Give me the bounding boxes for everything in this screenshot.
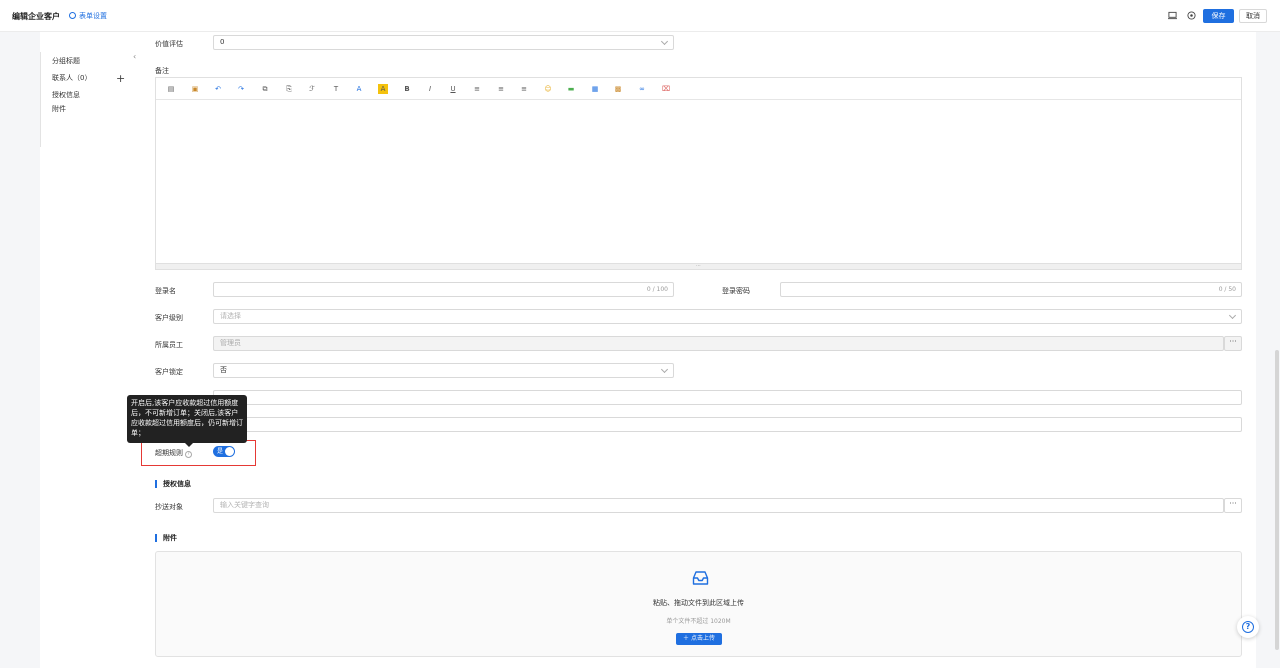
customer-level-select[interactable]: 请选择 [213, 309, 1242, 324]
form-settings-label: 表单设置 [79, 12, 107, 20]
help-icon: ? [1242, 621, 1254, 633]
table-icon[interactable]: ▦ [590, 84, 600, 94]
overdue-rule-label-text: 超期规则 [155, 449, 183, 457]
save-button[interactable]: 保存 [1203, 9, 1234, 23]
page-scrollbar[interactable] [1275, 350, 1279, 650]
staff-value: 管理员 [220, 339, 241, 347]
link-icon[interactable]: ∞ [637, 84, 647, 94]
plus-icon: ＋ [683, 635, 691, 642]
cc-label: 抄送对象 [155, 503, 183, 511]
login-password-count: 0 / 50 [1218, 286, 1236, 293]
cc-placeholder: 输入关键字查询 [220, 501, 269, 509]
login-password-input[interactable]: 0 / 50 [780, 282, 1242, 297]
hidden-field-1-input[interactable] [213, 390, 1242, 405]
copy-icon[interactable]: ⧉ [260, 84, 270, 94]
hidden-field-2-input[interactable] [213, 417, 1242, 432]
chevron-down-icon [1228, 311, 1237, 320]
auth-section-title: 授权信息 [155, 480, 191, 488]
help-question-icon[interactable]: ? [185, 451, 192, 458]
collapse-chevron-icon[interactable]: ‹ [133, 52, 136, 61]
editor-toolbar: ▤ ▣ ↶ ↷ ⧉ ⎘ ℱ T A A B I U ≡ ≡ ≡ ☺ ▬ ▦ ▩ … [156, 78, 1241, 100]
page-title: 编辑企业客户 [12, 12, 60, 21]
value-eval-label: 价值评估 [155, 40, 183, 48]
emoji-icon[interactable]: ☺ [543, 84, 553, 94]
image-icon[interactable]: ▩ [613, 84, 623, 94]
value-eval-select[interactable]: 0 [213, 35, 674, 50]
form-settings-link[interactable]: 表单设置 [69, 11, 107, 21]
nav-item-authorization[interactable]: 授权信息 [52, 90, 80, 100]
login-name-label: 登录名 [155, 287, 176, 295]
chevron-down-icon [660, 365, 669, 374]
cc-more-button[interactable]: ··· [1224, 498, 1242, 513]
customer-lock-select[interactable]: 否 [213, 363, 674, 378]
underline-icon[interactable]: U [448, 84, 458, 94]
nav-item-contacts[interactable]: 联系人（0） [52, 73, 91, 83]
nav-item-group-title[interactable]: 分组标题 [52, 56, 80, 66]
highlight-color-icon[interactable]: A [378, 84, 388, 94]
side-nav: ‹ 分组标题 联系人（0） + 授权信息 附件 [40, 32, 140, 668]
main-form: 价值评估 0 备注 ▤ ▣ ↶ ↷ ⧉ ⎘ ℱ T A A B I U ≡ ≡ … [140, 32, 1256, 668]
add-contact-icon[interactable]: + [116, 72, 125, 85]
align-right-icon[interactable]: ≡ [519, 84, 529, 94]
customer-lock-value: 否 [220, 366, 227, 374]
upload-button-label: 点击上传 [690, 635, 715, 642]
nav-divider [40, 52, 41, 147]
toggle-text: 是 [217, 448, 224, 455]
upload-button[interactable]: ＋ 点击上传 [676, 633, 722, 645]
clear-format-icon[interactable]: ⌧ [661, 84, 671, 94]
bold-icon[interactable]: B [402, 84, 412, 94]
staff-more-button[interactable]: ··· [1224, 336, 1242, 351]
attachment-section-title: 附件 [155, 534, 177, 542]
new-doc-icon[interactable]: ▣ [190, 84, 200, 94]
staff-label: 所属员工 [155, 341, 183, 349]
align-left-icon[interactable]: ≡ [472, 84, 482, 94]
login-name-input[interactable]: 0 / 100 [213, 282, 674, 297]
overdue-rule-label: 超期规则? [155, 448, 192, 458]
remark-rich-text-editor[interactable]: ▤ ▣ ↶ ↷ ⧉ ⎘ ℱ T A A B I U ≡ ≡ ≡ ☺ ▬ ▦ ▩ … [155, 77, 1242, 270]
gear-icon [69, 12, 76, 19]
horizontal-line-icon[interactable]: ▬ [566, 84, 576, 94]
font-color-icon[interactable]: A [354, 84, 364, 94]
file-size-limit: 单个文件不超过 1020M [666, 618, 731, 625]
overdue-rule-tooltip: 开启后,该客户应收款超过信用额度后，不可新增订单；关闭后,该客户应收款超过信用额… [127, 395, 247, 447]
login-name-count: 0 / 100 [646, 286, 668, 293]
login-password-label: 登录密码 [722, 287, 750, 295]
inbox-tray-icon [692, 571, 709, 585]
floating-help-button[interactable]: ? [1237, 616, 1259, 638]
chevron-down-icon [660, 37, 669, 46]
cancel-button[interactable]: 取消 [1239, 9, 1267, 23]
cc-search-input[interactable]: 输入关键字查询 [213, 498, 1224, 513]
settings-circle-icon[interactable] [1187, 11, 1196, 20]
drop-instruction: 粘贴、拖动文件到此区域上传 [653, 599, 744, 607]
customer-lock-label: 客户锁定 [155, 368, 183, 376]
font-family-icon[interactable]: ℱ [307, 84, 317, 94]
undo-icon[interactable]: ↶ [213, 84, 223, 94]
paste-icon[interactable]: ⎘ [284, 84, 294, 94]
overdue-rule-toggle[interactable]: 是 [213, 446, 235, 457]
toggle-knob [225, 447, 234, 456]
align-center-icon[interactable]: ≡ [496, 84, 506, 94]
staff-input: 管理员 [213, 336, 1224, 351]
top-bar: 编辑企业客户 表单设置 保存 取消 [0, 0, 1280, 32]
redo-icon[interactable]: ↷ [236, 84, 246, 94]
remark-label: 备注 [155, 67, 169, 75]
customer-level-label: 客户级别 [155, 314, 183, 322]
source-code-icon[interactable]: ▤ [166, 84, 176, 94]
italic-icon[interactable]: I [425, 84, 435, 94]
editor-resize-handle[interactable]: ⋯ [156, 263, 1241, 269]
upload-drop-zone[interactable]: 粘贴、拖动文件到此区域上传 单个文件不超过 1020M ＋ 点击上传 [155, 551, 1242, 657]
nav-item-attachments[interactable]: 附件 [52, 104, 66, 114]
font-size-icon[interactable]: T [331, 84, 341, 94]
value-eval-value: 0 [220, 38, 225, 46]
customer-level-placeholder: 请选择 [220, 312, 241, 320]
monitor-icon[interactable] [1168, 11, 1177, 20]
